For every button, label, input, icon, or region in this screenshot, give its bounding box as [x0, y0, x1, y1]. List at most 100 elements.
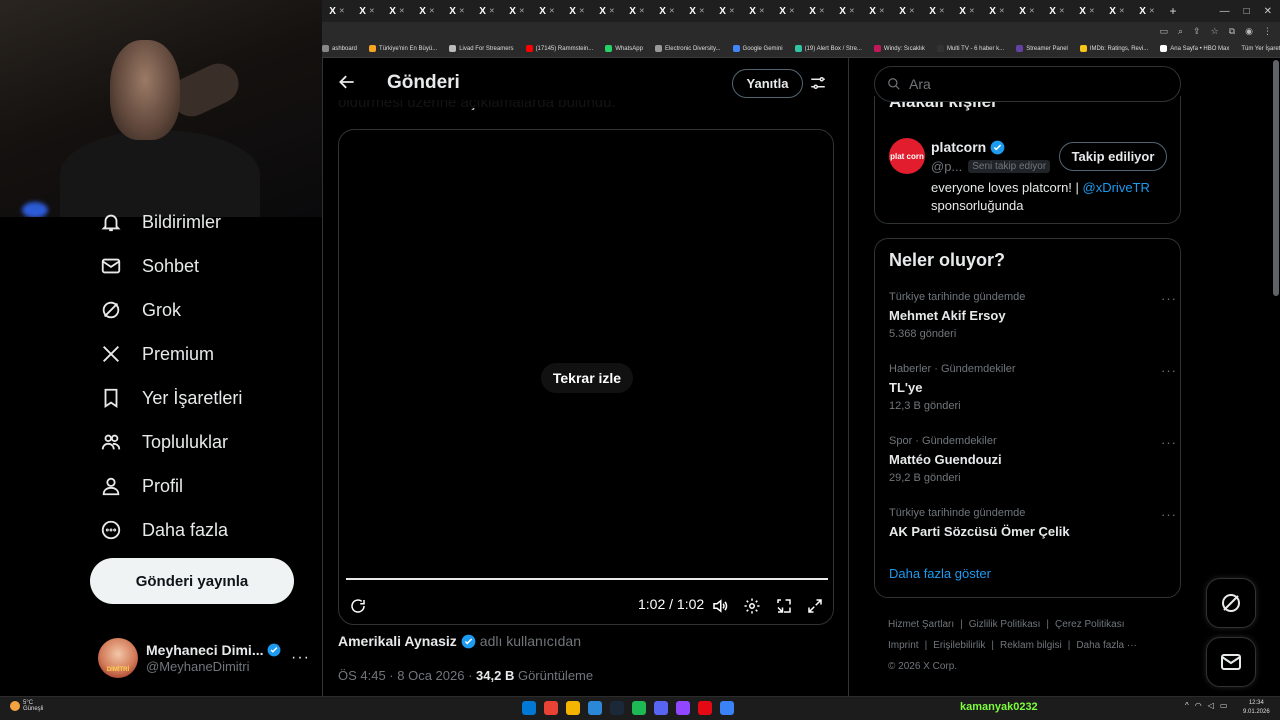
- browser-tab[interactable]: X ✕: [1132, 0, 1162, 22]
- scrollbar[interactable]: [1273, 60, 1279, 296]
- browser-tab[interactable]: X ✕: [952, 0, 982, 22]
- close-window-icon[interactable]: ✕: [1264, 6, 1272, 17]
- tab-close-icon[interactable]: ✕: [489, 7, 495, 15]
- following-button[interactable]: Takip ediliyor: [1059, 142, 1167, 171]
- tab-close-icon[interactable]: ✕: [429, 7, 435, 15]
- browser-tab[interactable]: X ✕: [682, 0, 712, 22]
- browser-tab[interactable]: X ✕: [412, 0, 442, 22]
- tab-close-icon[interactable]: ✕: [729, 7, 735, 15]
- tab-close-icon[interactable]: ✕: [1029, 7, 1035, 15]
- footer-link[interactable]: Daha fazla ···: [1076, 640, 1137, 651]
- browser-tab[interactable]: X ✕: [742, 0, 772, 22]
- trend-item[interactable]: Türkiye tarihinde gündemde AK Parti Sözcü…: [889, 507, 1176, 539]
- bookmark-item[interactable]: Electronic Diversity...: [654, 45, 721, 52]
- tab-close-icon[interactable]: ✕: [759, 7, 765, 15]
- browser-tab[interactable]: X ✕: [532, 0, 562, 22]
- post-button[interactable]: Gönderi yayınla: [90, 558, 294, 604]
- browser-tab[interactable]: X ✕: [1072, 0, 1102, 22]
- tab-close-icon[interactable]: ✕: [579, 7, 585, 15]
- sliders-icon[interactable]: [809, 74, 827, 92]
- bookmark-item[interactable]: (19) Alert Box / Stre...: [794, 45, 862, 52]
- fullscreen-icon[interactable]: [806, 596, 824, 616]
- tab-close-icon[interactable]: ✕: [879, 7, 885, 15]
- trend-item[interactable]: Haberler · Gündemdekiler TL'ye 12,3 B gönd…: [889, 363, 1176, 412]
- taskbar-app-icon[interactable]: [632, 701, 646, 715]
- nav-item[interactable]: Premium: [90, 332, 320, 376]
- battery-icon[interactable]: ▭: [1220, 701, 1228, 710]
- grok-fab[interactable]: [1206, 578, 1256, 628]
- browser-tab[interactable]: X ✕: [922, 0, 952, 22]
- browser-tab[interactable]: X ✕: [382, 0, 412, 22]
- footer-link[interactable]: Reklam bilgisi: [1000, 640, 1062, 651]
- video-player[interactable]: Tekrar izle 1:02 / 1:02: [338, 129, 834, 625]
- bookmark-item[interactable]: WhatsApp: [605, 45, 643, 52]
- footer-link[interactable]: Imprint: [888, 640, 919, 651]
- nav-item[interactable]: Daha fazla: [90, 508, 320, 552]
- tab-close-icon[interactable]: ✕: [699, 7, 705, 15]
- footer-link[interactable]: Erişilebilirlik: [933, 640, 985, 651]
- browser-tab[interactable]: X ✕: [322, 0, 352, 22]
- taskbar-app-icon[interactable]: [654, 701, 668, 715]
- browser-tab[interactable]: X ✕: [982, 0, 1012, 22]
- browser-tab[interactable]: X ✕: [892, 0, 922, 22]
- tab-close-icon[interactable]: ✕: [549, 7, 555, 15]
- tab-close-icon[interactable]: ✕: [339, 7, 345, 15]
- more-horizontal-icon[interactable]: ···: [291, 649, 310, 667]
- tab-close-icon[interactable]: ✕: [909, 7, 915, 15]
- taskbar-app-icon[interactable]: [698, 701, 712, 715]
- browser-tab[interactable]: X ✕: [622, 0, 652, 22]
- speaker-icon[interactable]: ◁: [1208, 701, 1214, 710]
- footer-link[interactable]: Hizmet Şartları: [888, 619, 954, 630]
- attribution-name[interactable]: Amerikali Aynasiz: [338, 633, 457, 649]
- taskbar-app-icon[interactable]: [522, 701, 536, 715]
- cast-icon[interactable]: ▭: [1160, 26, 1169, 37]
- browser-tab[interactable]: X ✕: [1102, 0, 1132, 22]
- browser-tab[interactable]: X ✕: [352, 0, 382, 22]
- more-horizontal-icon[interactable]: ···: [1161, 363, 1177, 378]
- replay-icon[interactable]: [349, 596, 367, 616]
- browser-tab[interactable]: X ✕: [862, 0, 892, 22]
- browser-tab[interactable]: X ✕: [802, 0, 832, 22]
- tab-close-icon[interactable]: ✕: [639, 7, 645, 15]
- tab-close-icon[interactable]: ✕: [1059, 7, 1065, 15]
- zoom-icon[interactable]: ⌕: [1178, 26, 1183, 37]
- clock[interactable]: 12:34 9.01.2026: [1243, 699, 1270, 717]
- taskbar-app-icon[interactable]: [544, 701, 558, 715]
- follow-name[interactable]: platcorn: [931, 139, 1005, 155]
- volume-icon[interactable]: [711, 596, 729, 616]
- tab-close-icon[interactable]: ✕: [669, 7, 675, 15]
- tab-close-icon[interactable]: ✕: [609, 7, 615, 15]
- profile-icon[interactable]: ◉: [1245, 26, 1253, 37]
- browser-tab[interactable]: X ✕: [592, 0, 622, 22]
- reply-button[interactable]: Yanıtla: [732, 69, 803, 98]
- nav-item[interactable]: Grok: [90, 288, 320, 332]
- picture-in-picture-icon[interactable]: [775, 596, 793, 616]
- browser-tab[interactable]: X ✕: [472, 0, 502, 22]
- more-horizontal-icon[interactable]: ···: [1161, 291, 1177, 306]
- more-horizontal-icon[interactable]: ···: [1161, 507, 1177, 522]
- browser-menu-icon[interactable]: ⋮: [1263, 26, 1272, 37]
- bookmark-item[interactable]: ashboard: [322, 45, 357, 52]
- taskbar-app-icon[interactable]: [720, 701, 734, 715]
- avatar[interactable]: plat corn: [889, 138, 925, 174]
- maximize-icon[interactable]: □: [1244, 6, 1250, 17]
- nav-item[interactable]: Profil: [90, 464, 320, 508]
- footer-link[interactable]: Çerez Politikası: [1055, 619, 1124, 630]
- bio-link[interactable]: @xDriveTR: [1083, 180, 1150, 195]
- nav-item[interactable]: Topluluklar: [90, 420, 320, 464]
- video-progress-bar[interactable]: [346, 578, 828, 580]
- taskbar-app-icon[interactable]: [588, 701, 602, 715]
- chevron-up-icon[interactable]: ^: [1185, 701, 1189, 710]
- tab-close-icon[interactable]: ✕: [789, 7, 795, 15]
- browser-tab[interactable]: X ✕: [442, 0, 472, 22]
- tab-close-icon[interactable]: ✕: [1089, 7, 1095, 15]
- bookmark-item[interactable]: Streamer Panel: [1016, 45, 1068, 52]
- tab-close-icon[interactable]: ✕: [999, 7, 1005, 15]
- tab-close-icon[interactable]: ✕: [369, 7, 375, 15]
- show-more-link[interactable]: Daha fazla göster: [889, 566, 991, 581]
- tab-close-icon[interactable]: ✕: [399, 7, 405, 15]
- footer-link[interactable]: Gizlilik Politikası: [969, 619, 1041, 630]
- post-timestamp[interactable]: ÖS 4:45 · 8 Oca 2026 ·: [338, 668, 476, 683]
- trend-item[interactable]: Türkiye tarihinde gündemde Mehmet Akif Er…: [889, 291, 1176, 340]
- taskbar-app-icon[interactable]: [610, 701, 624, 715]
